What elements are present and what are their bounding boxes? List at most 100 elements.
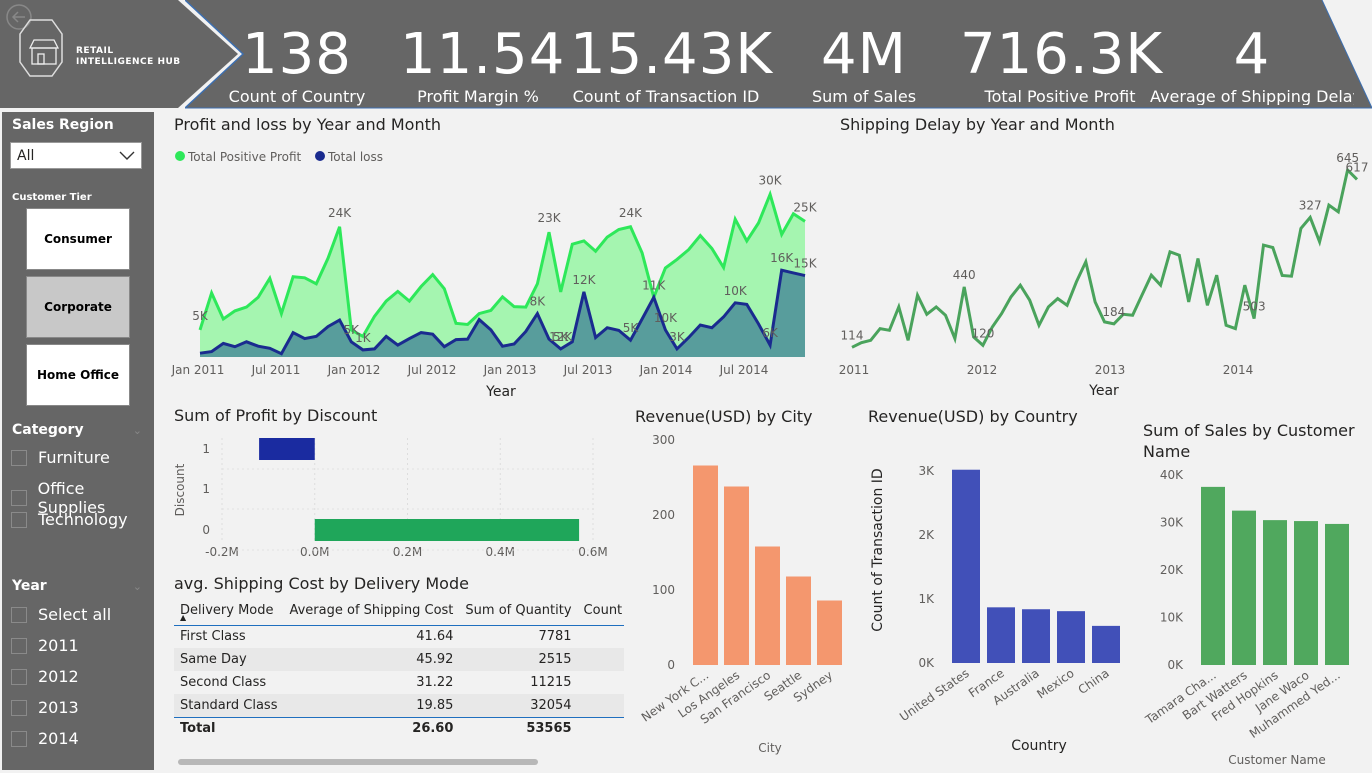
table-row[interactable]: First Class 41.64 7781 [174, 625, 624, 648]
bar [786, 576, 811, 665]
cell: 32054 [459, 694, 578, 717]
col-header-count[interactable]: Count of [577, 597, 624, 626]
profit-loss-chart: Total Positive Profit Total loss Jan 2011 J… [171, 150, 818, 400]
checkbox[interactable] [11, 606, 27, 623]
x-tick: Jul 2012 [407, 363, 457, 377]
bar [1294, 521, 1318, 665]
y-tick: 0 [667, 658, 675, 672]
bar [1325, 523, 1349, 665]
data-label: 30K [759, 173, 783, 187]
y-tick: 3K [918, 464, 935, 478]
col-header-delivery-mode[interactable]: Delivery Mode [174, 597, 284, 626]
chevron-down-icon[interactable]: ⌄ [133, 424, 142, 437]
y-tick: 200 [652, 508, 675, 522]
x-tick: Jan 2012 [327, 363, 381, 377]
region-dropdown-value: All [17, 148, 35, 164]
option-label: 2014 [38, 729, 79, 748]
option-label: 2012 [38, 667, 79, 686]
category-option-furniture[interactable]: Furniture [11, 448, 110, 467]
col-header-sum-quantity[interactable]: Sum of Quantity [459, 597, 578, 626]
data-label: 16K [770, 251, 794, 265]
checkbox[interactable] [11, 668, 27, 685]
option-label: Technology [38, 510, 128, 529]
x-tick: Jul 2011 [251, 363, 301, 377]
bar [1263, 520, 1287, 665]
checkbox[interactable] [11, 637, 27, 654]
data-label: 3K [669, 330, 686, 344]
customer-chart: 0K10K20K30K40KTamara Cha...Bart WattersF… [1142, 468, 1349, 767]
year-slicer-title: Year [12, 578, 47, 594]
data-label: 25K [793, 200, 817, 214]
bar [314, 519, 580, 541]
y-tick: 2K [918, 528, 935, 542]
data-label: 12K [572, 273, 596, 287]
bar [755, 546, 780, 665]
x-tick: 2012 [967, 363, 998, 377]
cell: 7781 [538, 629, 572, 645]
col-header-avg-shipping[interactable]: Average of Shipping Cost [283, 597, 460, 626]
checkbox[interactable] [11, 511, 27, 528]
data-label: 440 [953, 268, 976, 282]
option-label: Furniture [38, 448, 110, 467]
x-tick: 2011 [839, 363, 870, 377]
year-option-2012[interactable]: 2012 [11, 667, 79, 686]
data-label: 327 [1299, 198, 1322, 212]
legend-marker-profit [175, 151, 185, 161]
data-label: 503 [1243, 300, 1266, 314]
kpi-value-transactions: 15.43K [570, 22, 774, 87]
kpi-value-shipping-delay: 4 [1233, 22, 1271, 87]
sort-ascending-icon[interactable]: ▲ [180, 613, 186, 622]
y-tick: 300 [652, 433, 675, 447]
table-row[interactable]: Second Class 31.22 11215 [174, 671, 624, 694]
x-tick: Jan 2013 [483, 363, 537, 377]
table-row[interactable]: Standard Class 19.85 32054 [174, 694, 624, 717]
bar [817, 600, 842, 665]
kpi-label-positive-profit: Total Positive Profit [984, 87, 1136, 106]
x-axis-title: City [758, 741, 782, 755]
table-row[interactable]: Same Day 45.92 2515 [174, 648, 624, 671]
category-option-technology[interactable]: Technology [11, 510, 128, 529]
x-tick: United States [897, 666, 972, 724]
year-option-2013[interactable]: 2013 [11, 698, 79, 717]
checkbox[interactable] [11, 490, 27, 506]
x-tick: Jul 2013 [563, 363, 613, 377]
data-label: 11K [642, 278, 666, 292]
checkbox[interactable] [11, 730, 27, 747]
tier-button-home-office[interactable]: Home Office [26, 344, 130, 406]
kpi-label-country: Count of Country [228, 87, 366, 106]
x-axis-title: Year [1088, 383, 1119, 399]
data-label: 23K [537, 211, 561, 225]
data-label: 114 [841, 328, 864, 342]
data-label: 15K [793, 257, 817, 271]
data-label: 24K [619, 206, 643, 220]
y-tick: 0K [1167, 658, 1184, 672]
tier-button-corporate[interactable]: Corporate [26, 276, 130, 338]
y-axis-title: Count of Transaction ID [870, 468, 886, 631]
year-option-2014[interactable]: 2014 [11, 729, 79, 748]
checkbox[interactable] [11, 699, 27, 716]
x-tick: 0.0M [300, 545, 329, 559]
x-tick: 2014 [1223, 363, 1254, 377]
category-slicer-title: Category [12, 422, 84, 438]
table-scrollbar-thumb[interactable] [178, 759, 538, 765]
shipping-delay-chart: 2011 2012 2013 2014Year114440120184 50332764… [839, 151, 1369, 399]
y-tick: 30K [1160, 516, 1184, 530]
y-tick: 20K [1160, 563, 1184, 577]
brand-line2: INTELLIGENCE HUB [76, 57, 181, 67]
city-chart: 0100200300New York C...Los AngelesSan Fr… [639, 433, 842, 755]
checkbox[interactable] [11, 449, 27, 466]
y-tick: 1 [202, 482, 210, 496]
x-tick: 0.6M [578, 545, 607, 559]
legend-marker-loss [315, 151, 325, 161]
kpi-label-transactions: Count of Transaction ID [572, 87, 760, 106]
year-option-2011[interactable]: 2011 [11, 636, 79, 655]
cell: 19.85 [283, 694, 460, 717]
year-option-select-all[interactable]: Select all [11, 605, 111, 624]
chevron-down-icon[interactable]: ⌄ [133, 580, 142, 593]
bar [259, 438, 315, 460]
region-dropdown[interactable]: All [10, 142, 142, 169]
tier-button-consumer[interactable]: Consumer [26, 208, 130, 270]
bar [693, 465, 718, 665]
x-tick: -0.2M [205, 545, 239, 559]
cell: 41.64 [416, 629, 454, 645]
